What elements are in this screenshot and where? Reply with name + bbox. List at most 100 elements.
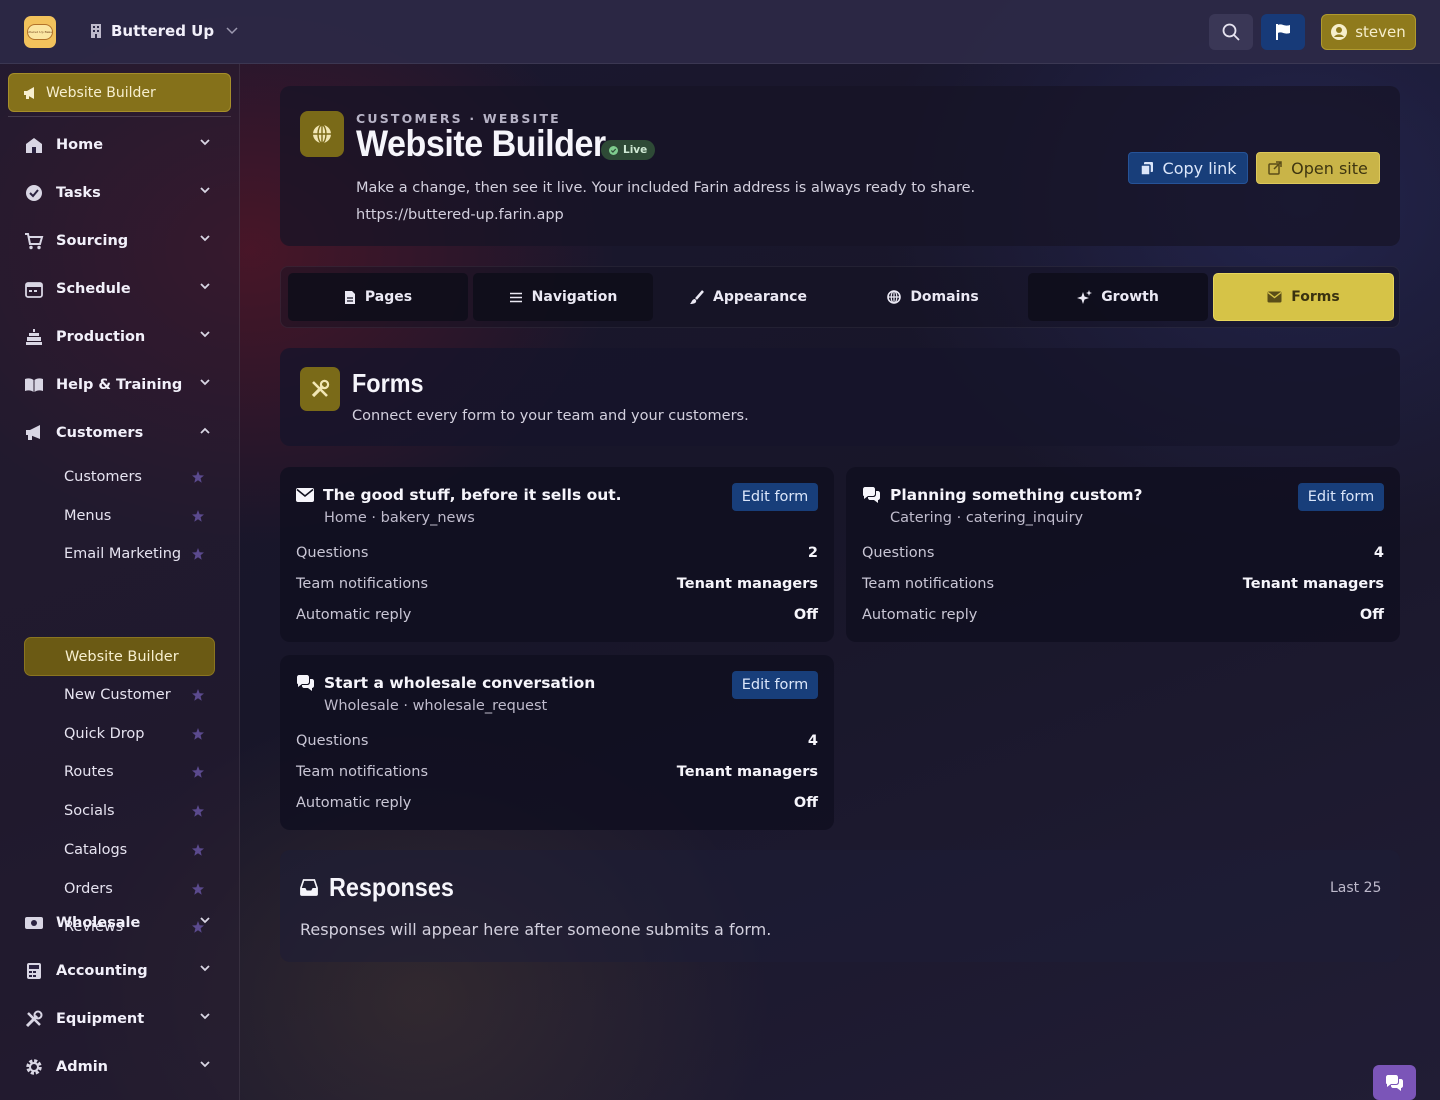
star-icon[interactable] (192, 689, 204, 701)
star-icon[interactable] (192, 805, 204, 817)
tab-navigation[interactable]: Navigation (473, 273, 653, 321)
stat-value: 4 (1373, 545, 1384, 561)
sidebar-item-equipment[interactable]: Equipment (0, 999, 240, 1039)
star-icon[interactable] (192, 471, 204, 483)
tools-icon (300, 367, 340, 411)
chat-button[interactable] (1373, 1065, 1416, 1100)
forms-description: Connect every form to your team and your… (352, 408, 749, 424)
sidebar-item-schedule[interactable]: Schedule (0, 269, 240, 309)
sidebar-item-label: Help & Training (56, 377, 183, 393)
chevron-down-icon (200, 379, 210, 386)
comments-icon (1385, 1074, 1404, 1091)
sidebar-subitem-routes[interactable]: Routes (24, 753, 215, 791)
subitem-label: Quick Drop (64, 726, 145, 742)
edit-form-button[interactable]: Edit form (1298, 483, 1384, 511)
org-switcher[interactable]: Buttered Up (90, 22, 238, 40)
edit-form-button[interactable]: Edit form (732, 483, 818, 511)
subitem-label: Website Builder (65, 648, 179, 665)
stat-label: Questions (862, 545, 935, 561)
sidebar-item-admin[interactable]: Admin (0, 1047, 240, 1087)
sidebar-item-label: Customers (56, 425, 144, 441)
tab-appearance[interactable]: Appearance (658, 273, 838, 321)
chevron-down-icon (226, 27, 238, 35)
sidebar-item-production[interactable]: Production (0, 317, 240, 357)
sidebar-item-home[interactable]: Home (0, 125, 240, 165)
star-icon[interactable] (192, 766, 204, 778)
user-menu-button[interactable]: steven (1321, 14, 1416, 50)
chevron-down-icon (200, 1013, 210, 1020)
tab-domains[interactable]: Domains (843, 273, 1023, 321)
sidebar-subitem-catalogs[interactable]: Catalogs (24, 831, 215, 869)
org-name: Buttered Up (111, 22, 215, 40)
chevron-down-icon (200, 283, 210, 290)
sidebar-item-customers[interactable]: Customers (0, 413, 240, 453)
megaphone-icon (23, 86, 37, 100)
sidebar-subitem-website-builder[interactable]: Website Builder (24, 637, 215, 676)
stat-value: 4 (807, 733, 818, 749)
inbox-icon (300, 879, 318, 896)
sidebar-subitem-customers[interactable]: Customers (24, 458, 215, 496)
open-site-button[interactable]: Open site (1256, 152, 1380, 184)
stat-value: Tenant managers (676, 764, 818, 780)
sidebar-subitem-menus[interactable]: Menus (24, 497, 215, 535)
copy-icon (1139, 161, 1154, 176)
tab-label: Appearance (713, 289, 807, 305)
sidebar-subitem-email-marketing[interactable]: Email Marketing (24, 535, 215, 573)
star-icon[interactable] (192, 510, 204, 522)
sidebar-item-accounting[interactable]: Accounting (0, 951, 240, 991)
check-circle-icon (24, 183, 44, 203)
sidebar-subitem-socials[interactable]: Socials (24, 792, 215, 830)
stat-label: Team notifications (296, 764, 429, 780)
globe-icon (887, 290, 902, 304)
tab-growth[interactable]: Growth (1028, 273, 1208, 321)
chevron-down-icon (200, 917, 210, 924)
star-icon[interactable] (192, 548, 204, 560)
page-description: Make a change, then see it live. Your in… (356, 180, 976, 196)
flag-icon (1274, 23, 1292, 41)
responses-title: Responses (329, 872, 454, 902)
subitem-label: Socials (64, 803, 115, 819)
copy-link-button[interactable]: Copy link (1128, 152, 1248, 184)
form-card-catering-inquiry: Planning something custom? Catering · ca… (846, 467, 1400, 642)
stat-label: Automatic reply (296, 795, 412, 811)
sidebar-item-wholesale[interactable]: Wholesale (0, 903, 240, 943)
edit-form-button[interactable]: Edit form (732, 671, 818, 699)
sidebar-item-label: Tasks (56, 185, 101, 201)
user-name: steven (1355, 23, 1406, 41)
stat-value: 2 (807, 545, 818, 561)
stat-value: Tenant managers (676, 576, 818, 592)
star-icon[interactable] (192, 728, 204, 740)
form-stat-row: Automatic reply Off (296, 607, 818, 623)
sidebar-item-label: Sourcing (56, 233, 129, 249)
comments-icon (862, 487, 881, 503)
tab-pages[interactable]: Pages (288, 273, 468, 321)
star-icon[interactable] (192, 883, 204, 895)
forms-section-header: Forms Connect every form to your team an… (280, 348, 1400, 446)
star-icon[interactable] (192, 844, 204, 856)
tab-forms[interactable]: Forms (1213, 273, 1394, 321)
chevron-down-icon (200, 139, 210, 146)
form-stat-row: Team notifications Tenant managers (296, 764, 818, 780)
responses-section: Responses Last 25 Responses will appear … (280, 850, 1400, 962)
sidebar-item-label: Home (56, 137, 104, 153)
sidebar-current-page[interactable]: Website Builder (8, 73, 231, 112)
chevron-down-icon (200, 187, 210, 194)
calendar-icon (24, 279, 44, 299)
comments-icon (296, 675, 315, 691)
bakery-logo[interactable]: Buttered Up Bakery (24, 16, 56, 48)
stat-label: Automatic reply (862, 607, 978, 623)
megaphone-icon (24, 423, 44, 443)
sidebar-subitem-quick-drop[interactable]: Quick Drop (24, 715, 215, 753)
search-button[interactable] (1209, 14, 1253, 50)
form-stat-row: Team notifications Tenant managers (862, 576, 1384, 592)
sidebar-item-label: Accounting (56, 963, 148, 979)
sidebar-subitem-new-customer[interactable]: New Customer (24, 676, 215, 714)
flag-button[interactable] (1261, 14, 1305, 50)
sidebar-item-tasks[interactable]: Tasks (0, 173, 240, 213)
site-url[interactable]: https://buttered-up.farin.app (356, 207, 564, 223)
stat-label: Team notifications (862, 576, 995, 592)
logo-badge: Buttered Up Bakery (27, 24, 53, 40)
sidebar-item-label: Wholesale (56, 915, 141, 931)
sidebar-item-help-training[interactable]: Help & Training (0, 365, 240, 405)
sidebar-item-sourcing[interactable]: Sourcing (0, 221, 240, 261)
